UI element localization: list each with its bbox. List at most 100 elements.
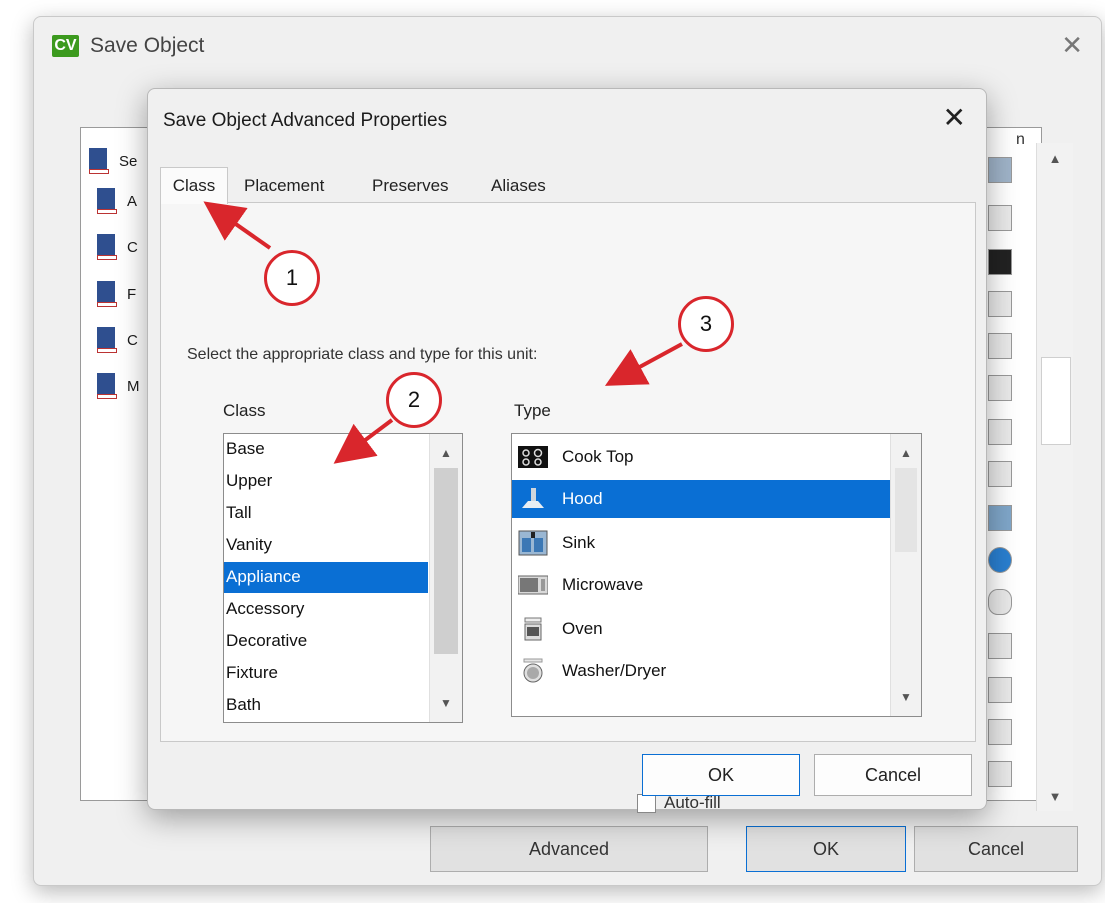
list-item[interactable]: F bbox=[97, 281, 136, 307]
type-item-washer-dryer[interactable]: Washer/Dryer bbox=[512, 652, 890, 690]
outer-ok-button[interactable]: OK bbox=[746, 826, 906, 872]
class-listbox[interactable]: Base Upper Tall Vanity Appliance Accesso… bbox=[223, 433, 463, 723]
catalog-book-icon bbox=[97, 234, 117, 260]
class-item-vanity[interactable]: Vanity bbox=[224, 530, 430, 561]
type-item-label: Hood bbox=[562, 489, 603, 508]
class-list-scrollbar[interactable]: ▲ ▼ bbox=[429, 434, 462, 722]
type-item-microwave[interactable]: Microwave bbox=[512, 566, 890, 604]
catalog-book-icon bbox=[97, 281, 117, 307]
type-item-sink[interactable]: Sink bbox=[512, 524, 890, 562]
catalog-book-icon bbox=[97, 373, 117, 399]
object-thumb-icon bbox=[988, 719, 1012, 745]
scroll-down-icon[interactable]: ▼ bbox=[891, 682, 921, 712]
app-logo: CV bbox=[52, 35, 79, 57]
tab-placement[interactable]: Placement bbox=[244, 169, 324, 202]
type-item-label: Microwave bbox=[562, 575, 644, 594]
dialog-close-button[interactable]: ✕ bbox=[943, 101, 966, 134]
annotation-callout-1: 1 bbox=[264, 250, 320, 306]
advanced-button[interactable]: Advanced bbox=[430, 826, 708, 872]
scroll-down-icon[interactable]: ▼ bbox=[430, 688, 462, 718]
scroll-thumb[interactable] bbox=[1041, 357, 1071, 445]
class-item-accessory[interactable]: Accessory bbox=[224, 594, 430, 625]
list-item-label: F bbox=[127, 285, 137, 303]
type-item-cook-top[interactable]: Cook Top bbox=[512, 438, 890, 476]
dialog-title: Save Object Advanced Properties bbox=[163, 110, 448, 131]
microwave-icon bbox=[517, 572, 549, 598]
class-item-base[interactable]: Base bbox=[224, 434, 430, 465]
class-item-tall[interactable]: Tall bbox=[224, 498, 430, 529]
type-item-label: Cook Top bbox=[562, 447, 634, 466]
list-item-label: M bbox=[127, 377, 140, 395]
object-thumb-icon bbox=[988, 375, 1012, 401]
list-header-text: Se bbox=[119, 152, 138, 170]
scroll-up-icon[interactable]: ▲ bbox=[430, 438, 462, 468]
outer-window-title: Save Object bbox=[90, 34, 205, 57]
object-thumb-icon bbox=[988, 157, 1012, 183]
list-item-label: A bbox=[127, 192, 138, 210]
dialog-cancel-button[interactable]: Cancel bbox=[814, 754, 972, 796]
object-thumb-icon bbox=[988, 419, 1012, 445]
dialog-ok-button[interactable]: OK bbox=[642, 754, 800, 796]
outer-close-button[interactable]: ✕ bbox=[1061, 30, 1083, 61]
type-item-label: Washer/Dryer bbox=[562, 661, 667, 680]
cooktop-icon bbox=[518, 444, 548, 470]
oven-icon bbox=[518, 616, 548, 642]
outer-cancel-button[interactable]: Cancel bbox=[914, 826, 1078, 872]
object-thumb-icon bbox=[988, 589, 1012, 615]
annotation-callout-3: 3 bbox=[678, 296, 734, 352]
type-item-oven[interactable]: Oven bbox=[512, 610, 890, 648]
autofill-label: Auto-fill bbox=[664, 793, 721, 812]
list-item[interactable]: C bbox=[97, 327, 138, 353]
type-label: Type bbox=[514, 401, 551, 420]
autofill-checkbox[interactable]: Auto-fill bbox=[637, 793, 721, 813]
object-thumb-icon bbox=[988, 677, 1012, 703]
type-item-hood[interactable]: Hood bbox=[512, 480, 890, 518]
object-thumb-icon bbox=[988, 761, 1012, 787]
type-list-scrollbar[interactable]: ▲ ▼ bbox=[890, 434, 921, 716]
class-item-decorative[interactable]: Decorative bbox=[224, 626, 430, 657]
column-header-fragment: n bbox=[1016, 131, 1025, 148]
tab-aliases[interactable]: Aliases bbox=[491, 169, 546, 202]
checkbox-icon[interactable] bbox=[637, 793, 656, 813]
washer-dryer-icon bbox=[518, 658, 548, 684]
class-item-upper[interactable]: Upper bbox=[224, 466, 430, 497]
list-item[interactable]: C bbox=[97, 234, 138, 260]
scroll-up-icon[interactable]: ▲ bbox=[891, 438, 921, 468]
tab-class[interactable]: Class bbox=[160, 167, 228, 204]
object-thumb-icon bbox=[988, 547, 1012, 573]
outer-titlebar: CV Save Object ✕ bbox=[34, 17, 1101, 77]
class-item-bath[interactable]: Bath bbox=[224, 690, 430, 721]
object-thumb-icon bbox=[988, 461, 1012, 487]
list-item[interactable]: A bbox=[97, 188, 137, 214]
scroll-thumb[interactable] bbox=[434, 468, 458, 654]
list-item[interactable]: M bbox=[97, 373, 140, 399]
list-item-label: C bbox=[127, 331, 138, 349]
outer-scrollbar[interactable]: ▲ ▼ bbox=[1036, 143, 1073, 811]
catalog-book-icon bbox=[89, 148, 109, 174]
list-item-label: C bbox=[127, 238, 138, 256]
class-item-appliance[interactable]: Appliance bbox=[224, 562, 428, 593]
hood-icon bbox=[518, 486, 548, 512]
annotation-callout-2: 2 bbox=[386, 372, 442, 428]
object-thumb-icon bbox=[988, 333, 1012, 359]
list-header: Se bbox=[89, 148, 137, 174]
scroll-thumb[interactable] bbox=[895, 468, 917, 552]
scroll-up-icon[interactable]: ▲ bbox=[1037, 143, 1073, 173]
type-item-label: Sink bbox=[562, 533, 596, 552]
class-label: Class bbox=[223, 401, 266, 420]
advanced-properties-dialog: Save Object Advanced Properties ✕ Class … bbox=[147, 88, 987, 813]
class-item-fixture[interactable]: Fixture bbox=[224, 658, 430, 689]
object-icon-strip bbox=[984, 157, 1016, 797]
type-item-label: Oven bbox=[562, 619, 603, 638]
sink-icon bbox=[518, 530, 548, 556]
object-thumb-icon bbox=[988, 205, 1012, 231]
scroll-down-icon[interactable]: ▼ bbox=[1037, 781, 1073, 811]
object-thumb-icon bbox=[988, 505, 1012, 531]
catalog-book-icon bbox=[97, 188, 117, 214]
instruction-text: Select the appropriate class and type fo… bbox=[187, 346, 538, 363]
catalog-book-icon bbox=[97, 327, 117, 353]
type-listbox[interactable]: Cook Top Hood Sink Microwave Oven Washer… bbox=[511, 433, 922, 717]
tab-preserves[interactable]: Preserves bbox=[372, 169, 449, 202]
object-thumb-icon bbox=[988, 633, 1012, 659]
object-thumb-icon bbox=[988, 291, 1012, 317]
